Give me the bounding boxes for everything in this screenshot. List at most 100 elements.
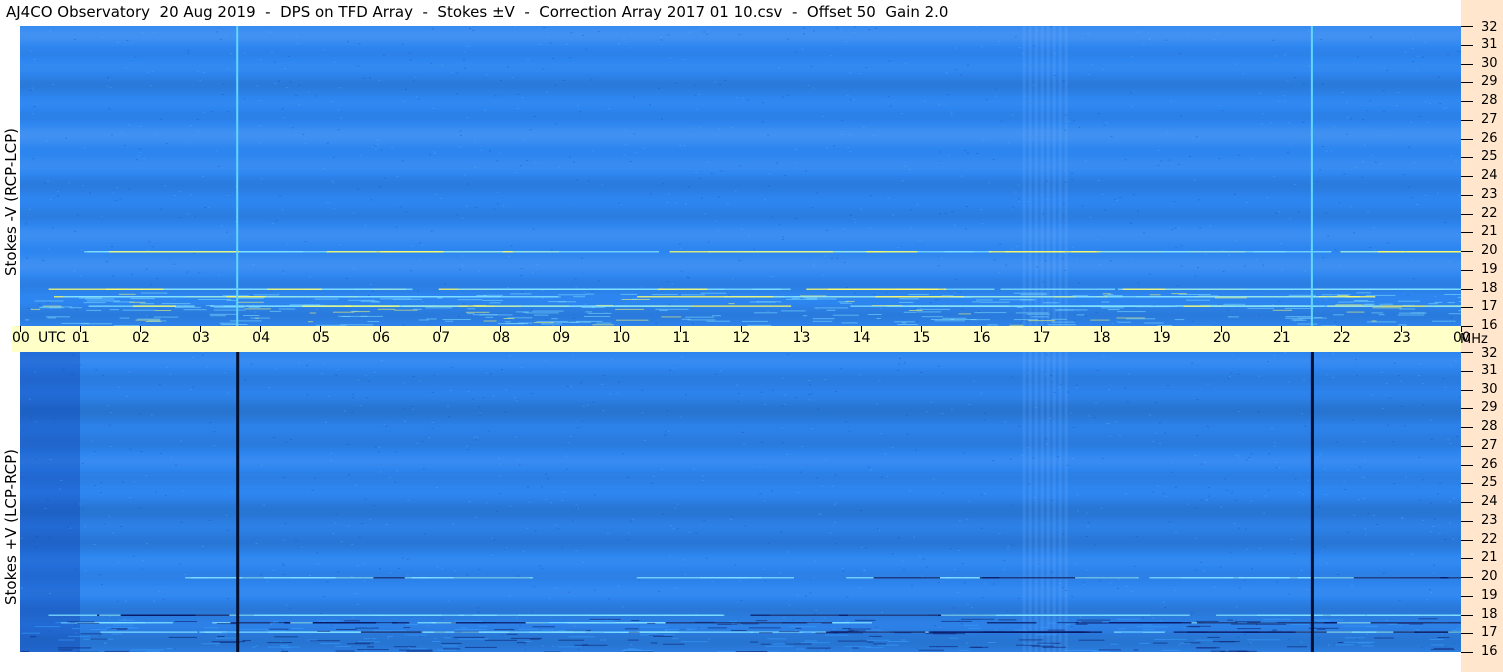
frequency-band-row <box>20 182 1461 184</box>
noise-speckle <box>706 33 709 35</box>
low-band-noise <box>825 634 849 636</box>
noise-speckle <box>391 147 394 149</box>
freq-tick-label: 16 <box>1481 318 1498 333</box>
frequency-band-row <box>20 446 1461 448</box>
freq-tick-mark <box>1461 521 1473 522</box>
frequency-band-row <box>20 286 1461 288</box>
low-band-noise <box>1444 294 1461 295</box>
noise-speckle <box>950 111 953 113</box>
noise-speckle <box>1087 74 1090 75</box>
stripe-column <box>1058 352 1062 652</box>
noise-speckle <box>675 587 678 589</box>
low-band-noise <box>1117 311 1146 313</box>
noise-speckle <box>617 585 620 587</box>
noise-speckle <box>270 623 273 625</box>
noise-speckle <box>659 36 662 38</box>
noise-speckle <box>847 147 850 149</box>
frequency-band-row <box>20 606 1461 608</box>
stripe-column <box>1046 26 1050 326</box>
frequency-band-row <box>20 120 1461 122</box>
frequency-band-row <box>20 380 1461 382</box>
noise-speckle <box>1386 242 1389 244</box>
frequency-band-row <box>20 486 1461 488</box>
noise-speckle <box>662 183 665 185</box>
noise-speckle <box>1342 92 1345 93</box>
time-axis-tick-label: 07 <box>432 330 451 346</box>
noise-speckle <box>1267 489 1270 491</box>
low-band-noise <box>837 640 868 642</box>
noise-speckle <box>557 528 560 530</box>
noise-speckle <box>327 396 330 398</box>
noise-speckle <box>836 257 839 259</box>
noise-speckle <box>1288 638 1291 640</box>
noise-speckle <box>399 206 402 208</box>
low-band-noise <box>781 310 806 312</box>
low-band-noise <box>425 307 453 309</box>
low-band-noise <box>250 317 270 319</box>
noise-speckle <box>1231 492 1233 494</box>
frequency-band-row <box>20 572 1461 574</box>
noise-speckle <box>112 192 115 194</box>
noise-speckle <box>1235 500 1237 502</box>
frequency-band-row <box>20 570 1461 572</box>
noise-speckle <box>816 192 819 194</box>
interference-band <box>1216 614 1310 616</box>
noise-speckle <box>1081 38 1084 39</box>
low-band-noise <box>1200 304 1218 306</box>
low-band-noise <box>1227 619 1234 621</box>
low-band-noise <box>485 316 493 318</box>
noise-speckle <box>916 204 919 206</box>
noise-speckle <box>738 260 741 261</box>
noise-speckle <box>111 246 113 247</box>
noise-speckle <box>922 558 925 560</box>
frequency-band-row <box>20 508 1461 510</box>
noise-speckle <box>961 563 964 565</box>
noise-speckle <box>465 205 468 207</box>
time-axis-tick-label: 16 <box>972 330 991 346</box>
noise-speckle <box>1095 311 1098 313</box>
noise-speckle <box>576 507 579 509</box>
noise-speckle <box>1289 143 1292 145</box>
low-band-noise <box>976 299 993 301</box>
low-band-noise <box>789 626 817 628</box>
noise-speckle <box>543 27 546 28</box>
noise-speckle <box>31 113 34 115</box>
freq-tick-label: 27 <box>1481 112 1498 127</box>
noise-speckle <box>284 523 287 525</box>
noise-speckle <box>335 513 338 515</box>
noise-speckle <box>1382 90 1385 92</box>
noise-speckle <box>1273 442 1276 444</box>
low-band-noise <box>174 621 197 622</box>
noise-speckle <box>478 406 481 408</box>
low-band-noise <box>464 646 497 648</box>
noise-speckle <box>132 555 135 557</box>
noise-speckle <box>491 537 494 539</box>
noise-speckle <box>508 255 511 257</box>
low-band-noise <box>1117 618 1141 620</box>
low-band-noise <box>1447 302 1455 304</box>
noise-speckle <box>695 172 698 174</box>
noise-speckle <box>580 382 582 384</box>
noise-speckle <box>623 154 626 156</box>
noise-speckle <box>467 390 470 392</box>
noise-speckle <box>588 180 590 182</box>
freq-tick-label: 22 <box>1481 532 1498 547</box>
noise-speckle <box>583 291 586 293</box>
low-band-noise <box>1458 300 1461 302</box>
noise-speckle <box>810 428 813 429</box>
low-band-noise <box>516 642 527 644</box>
noise-speckle <box>824 379 827 380</box>
noise-speckle <box>520 366 523 368</box>
low-band-noise <box>1023 643 1052 645</box>
frequency-band-row <box>20 168 1461 170</box>
interference-band <box>1164 251 1332 253</box>
noise-speckle <box>565 455 568 457</box>
frequency-band-row <box>20 456 1461 458</box>
vertical-event-line <box>236 352 240 652</box>
noise-speckle <box>1233 193 1236 195</box>
noise-speckle <box>581 420 584 422</box>
noise-speckle <box>665 431 668 433</box>
time-axis-tick-mark <box>1280 326 1282 332</box>
noise-speckle <box>290 439 293 440</box>
noise-speckle <box>495 160 498 162</box>
